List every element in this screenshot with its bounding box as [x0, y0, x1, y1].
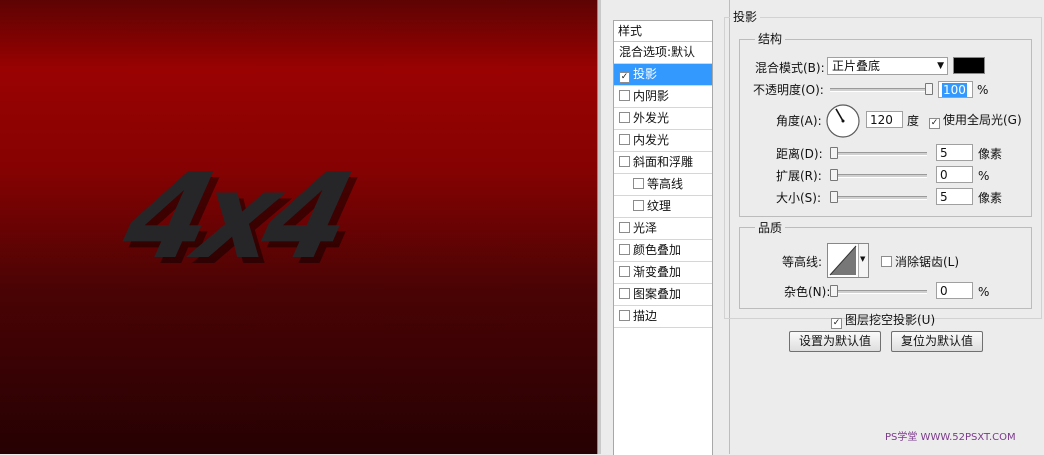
structure-legend: 结构 — [755, 32, 786, 46]
shadow-color-swatch[interactable] — [953, 57, 985, 74]
knockout-label: 图层挖空投影(U) — [845, 313, 936, 327]
global-light-label: 使用全局光(G) — [943, 113, 1022, 127]
opacity-value: 100 — [942, 83, 967, 97]
antialias-check[interactable] — [881, 256, 892, 267]
blend-mode-value: 正片叠底 — [832, 59, 881, 73]
opacity-label: 不透明度(O): — [753, 83, 824, 97]
style-item[interactable]: 斜面和浮雕 — [614, 152, 712, 174]
global-light-checkbox[interactable]: ✓ 使用全局光(G) — [929, 113, 1022, 129]
style-item[interactable]: 纹理 — [614, 196, 712, 218]
spread-slider-track[interactable] — [830, 174, 927, 178]
blend-mode-select[interactable]: 正片叠底 ▼ — [827, 57, 948, 75]
logo-text: 4x4 — [111, 147, 357, 285]
style-checkbox[interactable] — [619, 134, 630, 145]
style-checkbox[interactable]: ✓ — [619, 72, 630, 83]
style-item[interactable]: 颜色叠加 — [614, 240, 712, 262]
styles-list: 样式 混合选项:默认 ✓ 投影内阴影外发光内发光斜面和浮雕等高线纹理光泽颜色叠加渐变… — [613, 20, 713, 455]
style-item-label: 颜色叠加 — [633, 243, 682, 257]
drop-shadow-title: 投影 — [730, 10, 761, 24]
contour-dropdown[interactable]: ▼ — [858, 244, 868, 277]
style-item-label: 内阴影 — [633, 89, 670, 103]
style-item[interactable]: 外发光 — [614, 108, 712, 130]
noise-slider-track[interactable] — [830, 290, 927, 294]
antialias-checkbox[interactable]: 消除锯齿(L) — [881, 255, 959, 269]
contour-label: 等高线: — [782, 255, 823, 269]
distance-slider-track[interactable] — [830, 152, 927, 156]
knockout-checkbox[interactable]: ✓ 图层挖空投影(U) — [831, 313, 935, 329]
make-default-button[interactable]: 设置为默认值 — [789, 331, 881, 352]
size-label: 大小(S): — [776, 191, 822, 205]
style-item-label: 投影 — [633, 67, 658, 81]
knockout-check[interactable]: ✓ — [831, 318, 842, 329]
size-slider-thumb[interactable] — [830, 191, 838, 203]
global-light-check[interactable]: ✓ — [929, 118, 940, 129]
style-item[interactable]: 图案叠加 — [614, 284, 712, 306]
style-item[interactable]: 渐变叠加 — [614, 262, 712, 284]
angle-input[interactable]: 120 — [866, 111, 903, 128]
opacity-unit: % — [977, 83, 989, 97]
style-item-label: 光泽 — [633, 221, 658, 235]
panel-divider[interactable] — [597, 0, 601, 454]
blend-mode-label: 混合模式(B): — [755, 61, 825, 75]
size-slider-track[interactable] — [830, 196, 927, 200]
styles-list-header[interactable]: 样式 — [614, 21, 712, 42]
spread-label: 扩展(R): — [776, 169, 822, 183]
style-checkbox[interactable] — [619, 266, 630, 277]
style-checkbox[interactable] — [619, 112, 630, 123]
opacity-slider-thumb[interactable] — [925, 83, 933, 95]
style-item-label: 渐变叠加 — [633, 265, 682, 279]
style-checkbox[interactable] — [619, 288, 630, 299]
noise-input[interactable]: 0 — [936, 282, 973, 299]
style-item[interactable]: 等高线 — [614, 174, 712, 196]
style-item-label: 斜面和浮雕 — [633, 155, 694, 169]
opacity-slider-track[interactable] — [830, 88, 932, 92]
distance-label: 距离(D): — [776, 147, 823, 161]
size-unit: 像素 — [978, 191, 1003, 205]
spread-unit: % — [978, 169, 990, 183]
style-item[interactable]: 混合选项:默认 — [614, 42, 712, 64]
style-checkbox[interactable] — [633, 178, 644, 189]
style-checkbox[interactable] — [633, 200, 644, 211]
style-item-label: 图案叠加 — [633, 287, 682, 301]
opacity-input[interactable]: 100 — [938, 81, 973, 98]
angle-unit: 度 — [907, 114, 920, 128]
distance-unit: 像素 — [978, 147, 1003, 161]
style-item[interactable]: 描边 — [614, 306, 712, 328]
style-checkbox[interactable] — [619, 156, 630, 167]
spread-slider-thumb[interactable] — [830, 169, 838, 181]
style-item[interactable]: 光泽 — [614, 218, 712, 240]
style-item-label: 等高线 — [647, 177, 684, 191]
angle-label: 角度(A): — [776, 114, 822, 128]
style-item-label: 纹理 — [647, 199, 672, 213]
distance-slider-thumb[interactable] — [830, 147, 838, 159]
watermark: PS学堂 WWW.52PSXT.COM — [885, 432, 1016, 443]
style-item[interactable]: 内发光 — [614, 130, 712, 152]
style-checkbox[interactable] — [619, 310, 630, 321]
angle-dial[interactable] — [825, 103, 861, 139]
style-item-label: 内发光 — [633, 133, 670, 147]
distance-input[interactable]: 5 — [936, 144, 973, 161]
style-item-label: 外发光 — [633, 111, 670, 125]
drop-shadow-settings: 投影 结构 混合模式(B): 正片叠底 ▼ 不透明度(O): 100 % 角度(… — [722, 10, 1044, 454]
style-item-label: 混合选项:默认 — [619, 45, 696, 59]
antialias-label: 消除锯齿(L) — [895, 255, 960, 269]
contour-picker[interactable]: ▼ — [827, 243, 869, 278]
contour-preview-icon — [829, 245, 857, 276]
noise-unit: % — [978, 285, 990, 299]
style-checkbox[interactable] — [619, 90, 630, 101]
style-item[interactable]: 内阴影 — [614, 86, 712, 108]
noise-slider-thumb[interactable] — [830, 285, 838, 297]
quality-legend: 品质 — [755, 221, 786, 235]
chevron-down-icon: ▼ — [937, 61, 944, 71]
style-checkbox[interactable] — [619, 244, 630, 255]
noise-label: 杂色(N): — [784, 285, 831, 299]
style-checkbox[interactable] — [619, 222, 630, 233]
style-item[interactable]: ✓ 投影 — [614, 64, 712, 86]
canvas-preview: 4x4 4x4 — [0, 0, 597, 454]
size-input[interactable]: 5 — [936, 188, 973, 205]
style-item-label: 描边 — [633, 309, 658, 323]
reset-default-button[interactable]: 复位为默认值 — [891, 331, 983, 352]
spread-input[interactable]: 0 — [936, 166, 973, 183]
chevron-down-icon: ▼ — [860, 255, 866, 263]
